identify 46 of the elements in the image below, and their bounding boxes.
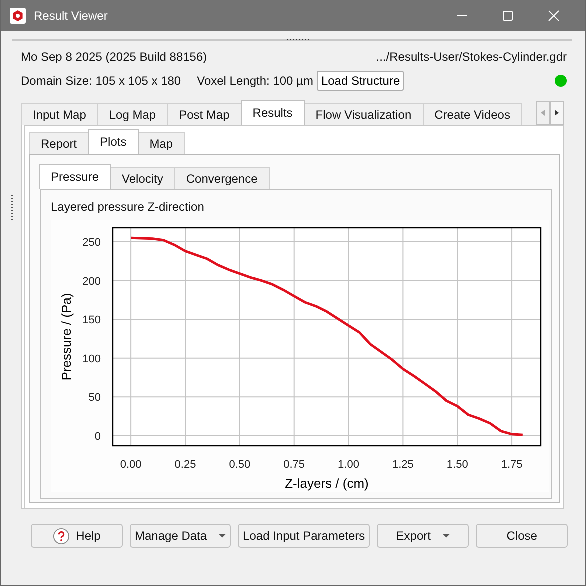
plot-caption: Layered pressure Z-direction [51,200,206,214]
x-tick-label: 1.25 [392,459,414,471]
dropdown-button[interactable]: Manage Data [130,524,232,548]
button[interactable]: Help [31,524,123,548]
tab[interactable]: Map [138,132,186,154]
y-tick-label: 0 [94,430,101,443]
x-tick-label: 1.00 [338,459,360,471]
build-date: Mo Sep 8 2025 (2025 Build 88156) [21,50,208,64]
y-tick-label: 100 [82,353,101,366]
tab[interactable]: Velocity [110,167,176,189]
domain-size: Domain Size: 105 x 105 x 180 [21,74,182,88]
app-icon [10,8,26,24]
x-axis-title: Z-layers / (cm) [285,476,369,491]
x-tick-label: 0.25 [174,459,196,471]
window-title: Result Viewer [34,8,109,22]
dropdown-button[interactable]: Export [377,524,470,548]
status-dot [555,75,567,87]
tab[interactable]: Results [240,100,305,125]
tab[interactable]: Plots [88,129,139,154]
splitter-handle[interactable] [10,192,14,222]
tab[interactable]: Create Videos [422,103,522,125]
y-axis-title: Pressure / (Pa) [59,293,74,381]
file-path: .../Results-User/Stokes-Cylinder.gdr [376,50,567,64]
y-tick-label: 250 [82,236,101,249]
tab[interactable]: Pressure [39,164,112,189]
tab[interactable]: Input Map [21,103,98,125]
y-tick-label: 200 [82,276,101,288]
load-structure-button[interactable]: Load Structure [317,71,404,91]
button[interactable]: Close [476,524,568,548]
y-tick-label: 150 [82,314,101,327]
tab[interactable]: Report [29,132,90,154]
x-tick-label: 1.75 [501,459,523,471]
x-tick-label: 0.00 [120,459,142,471]
button[interactable]: Load Input Parameters [238,524,370,548]
close-icon[interactable] [548,10,560,22]
maximize-icon[interactable] [502,10,514,22]
scroll-right-icon[interactable] [550,101,564,125]
voxel-length: Voxel Length: 100 µm [197,74,314,88]
tab[interactable]: Convergence [174,167,270,189]
x-tick-label: 0.50 [229,459,251,471]
caret-icon [442,534,450,538]
x-tick-label: 0.75 [284,459,306,471]
help-icon [53,528,70,544]
x-tick-label: 1.50 [446,459,468,471]
caret-icon [219,534,226,538]
y-tick-label: 50 [88,392,101,404]
